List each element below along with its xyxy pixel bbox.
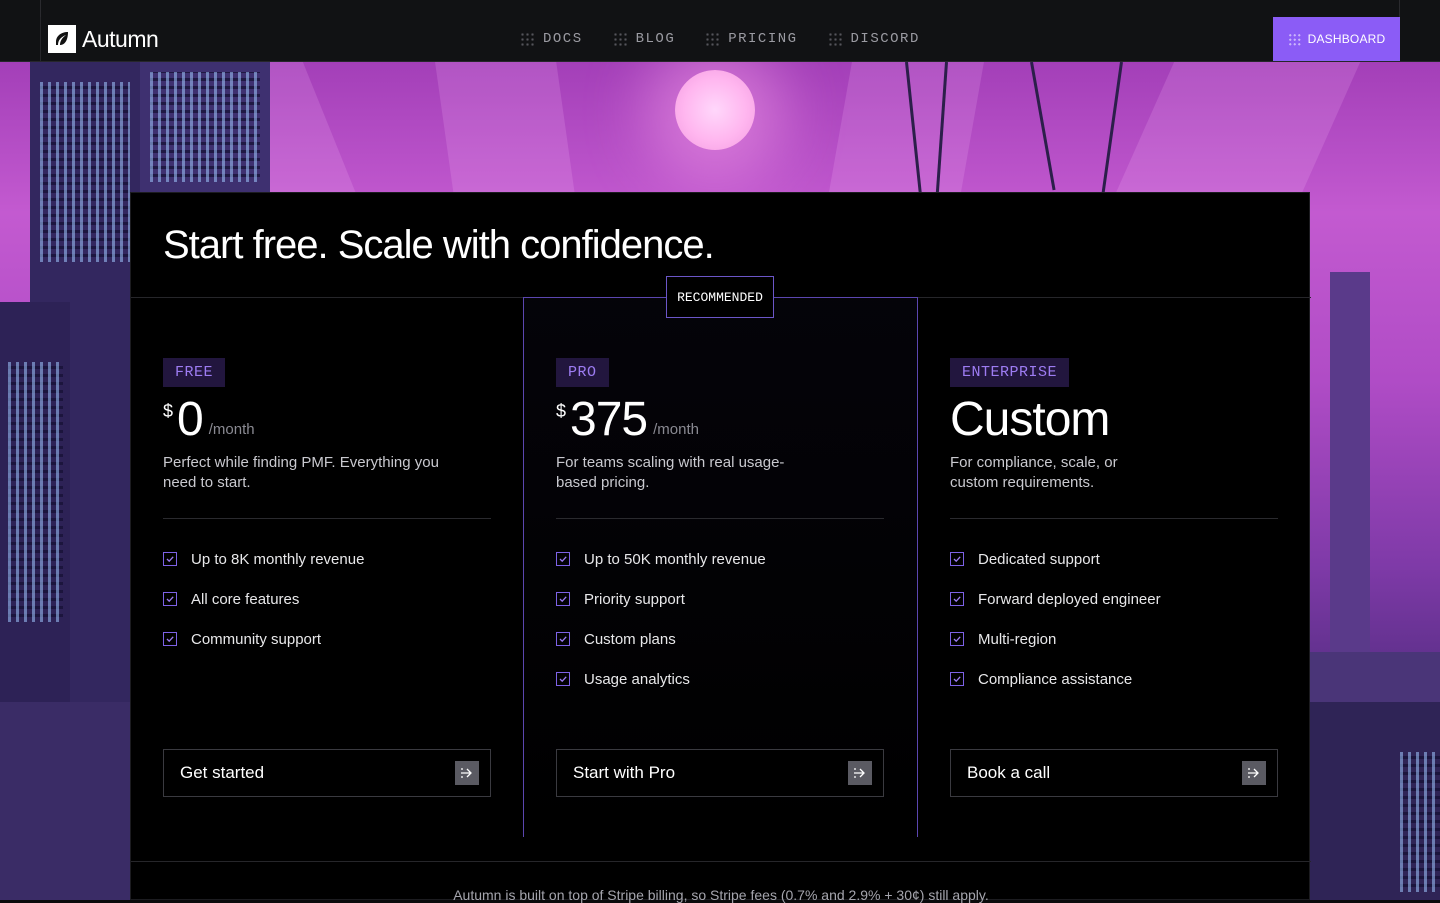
book-a-call-button[interactable]: Book a call bbox=[950, 749, 1278, 797]
price-period: /month bbox=[208, 421, 255, 438]
divider bbox=[131, 861, 1311, 862]
feature-item: Priority support bbox=[556, 579, 884, 619]
feature-label: Community support bbox=[191, 630, 322, 648]
feature-label: Dedicated support bbox=[978, 550, 1100, 568]
feature-item: Custom plans bbox=[556, 619, 884, 659]
checkbox-check-icon bbox=[950, 592, 964, 606]
nav-link-label: DOCS bbox=[543, 31, 583, 47]
arrow-right-icon bbox=[455, 761, 479, 785]
top-frame-line bbox=[0, 0, 1440, 18]
feature-label: Up to 50K monthly revenue bbox=[584, 550, 766, 568]
cta-label: Book a call bbox=[967, 763, 1051, 782]
currency-symbol: $ bbox=[556, 401, 567, 421]
checkbox-check-icon bbox=[950, 632, 964, 646]
feature-list: Dedicated support Forward deployed engin… bbox=[950, 539, 1278, 699]
feature-item: Dedicated support bbox=[950, 539, 1278, 579]
price: $ 0 /month bbox=[163, 393, 491, 447]
feature-item: Up to 50K monthly revenue bbox=[556, 539, 884, 579]
nav-link-docs[interactable]: DOCS bbox=[520, 31, 583, 47]
tier-badge: FREE bbox=[163, 358, 226, 387]
checkbox-check-icon bbox=[556, 592, 570, 606]
plan-description: For compliance, scale, or custom require… bbox=[950, 454, 1118, 491]
divider bbox=[556, 518, 884, 519]
feature-item: Forward deployed engineer bbox=[950, 579, 1278, 619]
feature-item: Multi-region bbox=[950, 619, 1278, 659]
dashboard-button[interactable]: DASHBOARD bbox=[1273, 17, 1400, 61]
feature-label: Usage analytics bbox=[584, 670, 690, 688]
plan-description: For teams scaling with real usage-based … bbox=[556, 454, 785, 491]
feature-label: Compliance assistance bbox=[978, 670, 1133, 688]
arrow-right-icon bbox=[1242, 761, 1266, 785]
nav-links: DOCS BLOG PRICING DISCORD bbox=[520, 17, 920, 61]
dot-grid-icon bbox=[612, 31, 628, 47]
plan-card-enterprise: ENTERPRISE Custom For compliance, scale,… bbox=[950, 358, 1278, 699]
plan-card-free: FREE $ 0 /month Perfect while finding PM… bbox=[163, 358, 491, 659]
nav-link-blog[interactable]: BLOG bbox=[612, 31, 676, 47]
pricing-headline: Start free. Scale with confidence. bbox=[163, 223, 715, 267]
nav-link-pricing[interactable]: PRICING bbox=[705, 31, 797, 47]
cta-label: Get started bbox=[180, 763, 265, 782]
currency-symbol: $ bbox=[163, 401, 174, 421]
dot-grid-icon bbox=[705, 31, 721, 47]
feature-label: Up to 8K monthly revenue bbox=[191, 550, 365, 568]
feature-label: Forward deployed engineer bbox=[978, 590, 1161, 608]
feature-list: Up to 8K monthly revenue All core featur… bbox=[163, 539, 491, 659]
checkbox-check-icon bbox=[163, 592, 177, 606]
plan-description: Perfect while finding PMF. Everything yo… bbox=[163, 454, 439, 491]
recommended-badge: RECOMMENDED bbox=[666, 276, 774, 318]
brand-logo-link[interactable]: Autumn bbox=[48, 25, 159, 53]
feature-item: Usage analytics bbox=[556, 659, 884, 699]
top-navigation: Autumn DOCS BLOG PRICING DISCORD DASHBOA… bbox=[0, 17, 1440, 62]
start-with-pro-button[interactable]: Start with Pro bbox=[556, 749, 884, 797]
checkbox-check-icon bbox=[556, 632, 570, 646]
dashboard-button-label: DASHBOARD bbox=[1307, 32, 1386, 46]
divider bbox=[163, 518, 491, 519]
checkbox-check-icon bbox=[556, 552, 570, 566]
feature-label: All core features bbox=[191, 590, 300, 608]
nav-link-label: BLOG bbox=[635, 31, 676, 47]
feature-list: Up to 50K monthly revenue Priority suppo… bbox=[556, 539, 884, 699]
nav-link-label: PRICING bbox=[728, 31, 798, 47]
checkbox-check-icon bbox=[556, 672, 570, 686]
plan-card-pro: PRO $ 375 /month For teams scaling with … bbox=[556, 358, 884, 699]
pricing-panel: Start free. Scale with confidence. RECOM… bbox=[130, 192, 1311, 903]
checkbox-check-icon bbox=[950, 672, 964, 686]
tier-badge: PRO bbox=[556, 358, 609, 387]
feature-item: Community support bbox=[163, 619, 491, 659]
brand-name: Autumn bbox=[82, 25, 159, 52]
checkbox-check-icon bbox=[950, 552, 964, 566]
arrow-right-icon bbox=[848, 761, 872, 785]
checkbox-check-icon bbox=[163, 632, 177, 646]
dot-grid-icon bbox=[520, 31, 535, 47]
feature-label: Priority support bbox=[584, 590, 685, 608]
divider bbox=[950, 518, 1278, 519]
cta-label: Start with Pro bbox=[573, 763, 676, 782]
feature-item: Compliance assistance bbox=[950, 659, 1278, 699]
price-amount: 375 bbox=[570, 393, 648, 446]
feature-item: All core features bbox=[163, 579, 491, 619]
sun-graphic bbox=[675, 70, 755, 150]
price-period: /month bbox=[653, 421, 699, 438]
price-amount: 0 bbox=[177, 393, 204, 446]
leaf-logo-icon bbox=[48, 25, 76, 53]
feature-item: Up to 8K monthly revenue bbox=[163, 539, 491, 579]
price: Custom bbox=[950, 393, 1278, 447]
checkbox-check-icon bbox=[163, 552, 177, 566]
price: $ 375 /month bbox=[556, 393, 884, 447]
nav-link-label: DISCORD bbox=[850, 31, 920, 47]
dot-grid-icon bbox=[1287, 32, 1301, 46]
stripe-fees-note: Autumn is built on top of Stripe billing… bbox=[453, 887, 989, 903]
feature-label: Multi-region bbox=[978, 630, 1057, 648]
get-started-button[interactable]: Get started bbox=[163, 749, 491, 797]
dot-grid-icon bbox=[827, 31, 843, 47]
feature-label: Custom plans bbox=[584, 630, 676, 648]
price-amount: Custom bbox=[950, 393, 1110, 446]
nav-link-discord[interactable]: DISCORD bbox=[827, 31, 920, 47]
tier-badge: ENTERPRISE bbox=[950, 358, 1070, 387]
